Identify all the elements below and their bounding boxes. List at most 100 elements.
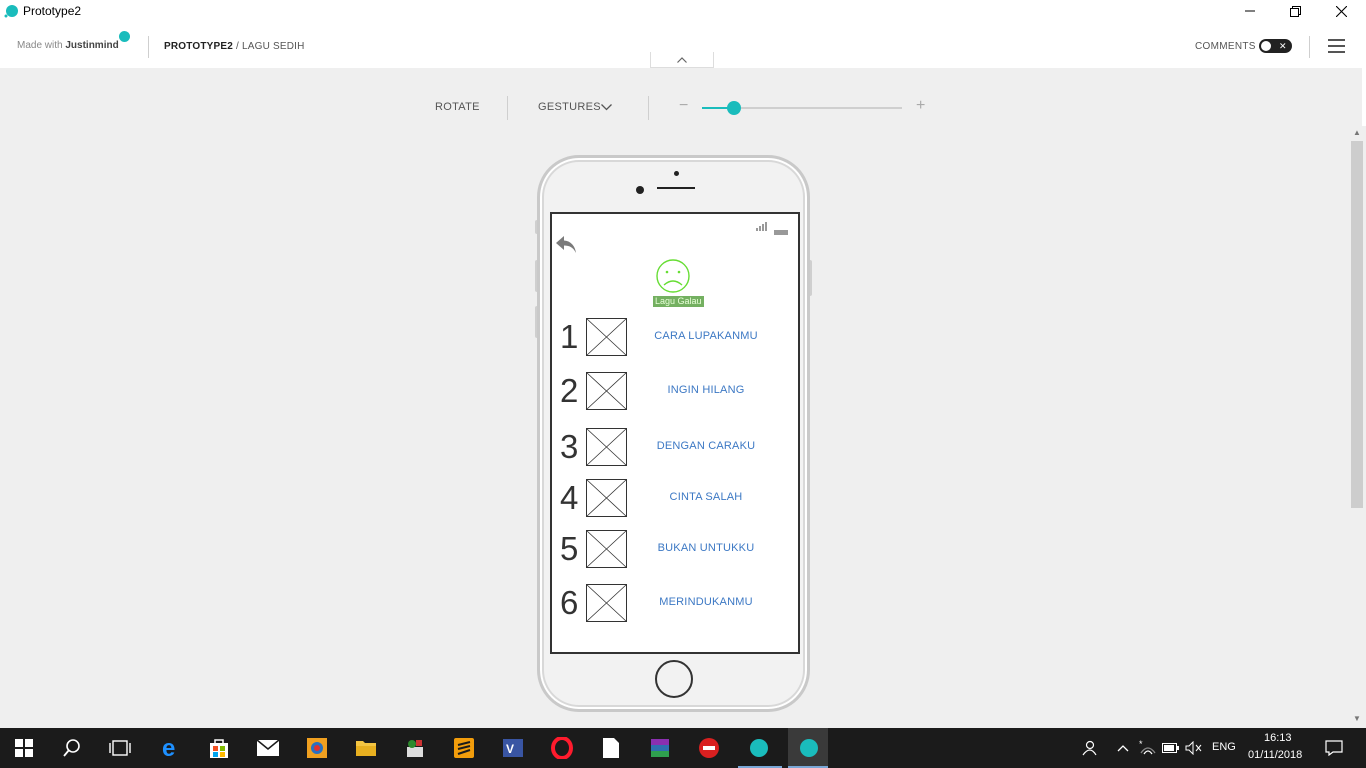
hamburger-line [1328, 45, 1345, 47]
divider [1309, 36, 1310, 58]
taskbar-justinmind-1[interactable] [746, 736, 770, 760]
app-logo-icon [4, 5, 18, 18]
minimize-button[interactable] [1227, 0, 1273, 22]
image-placeholder-icon [586, 372, 627, 410]
close-icon [1335, 5, 1347, 17]
taskbar-sublime[interactable] [452, 736, 476, 760]
song-link[interactable]: INGIN HILANG [636, 384, 776, 396]
svg-text:*: * [1139, 740, 1143, 749]
song-row[interactable]: 2 INGIN HILANG [552, 371, 798, 411]
store-icon [210, 739, 228, 758]
made-with-justinmind[interactable]: Made with Justinmind [17, 31, 130, 51]
document-icon [603, 738, 619, 758]
taskbar-document[interactable] [599, 736, 623, 760]
colorful-app-icon [307, 738, 327, 758]
justinmind-icon [750, 739, 768, 757]
back-arrow-icon[interactable] [554, 233, 578, 257]
song-row[interactable]: 5 BUKAN UNTUKKU [552, 529, 798, 569]
comments-toggle[interactable]: ✕ [1259, 39, 1292, 53]
hamburger-line [1328, 39, 1345, 41]
battery-icon [1162, 743, 1179, 753]
menu-button[interactable] [1328, 39, 1345, 53]
mail-icon [256, 739, 280, 756]
image-placeholder-icon [586, 428, 627, 466]
taskbar-file-explorer[interactable] [354, 736, 378, 760]
chevron-down-icon[interactable] [601, 104, 612, 111]
svg-text:V: V [506, 742, 514, 756]
restore-button[interactable] [1272, 0, 1318, 22]
zoom-slider-thumb[interactable] [727, 101, 741, 115]
taskbar-store[interactable] [207, 736, 231, 760]
chevron-up-icon [1117, 745, 1129, 752]
action-center-button[interactable] [1322, 736, 1346, 760]
scroll-up-icon[interactable]: ▲ [1353, 128, 1361, 137]
volume-button[interactable] [1182, 736, 1206, 760]
hamburger-line [1328, 51, 1345, 53]
phone-speaker [657, 187, 695, 189]
zoom-out-button[interactable]: − [679, 97, 688, 115]
clock-time[interactable]: 16:13 [1264, 732, 1292, 744]
rotate-button[interactable]: ROTATE [435, 101, 480, 113]
song-link[interactable]: DENGAN CARAKU [636, 440, 776, 452]
window-title: Prototype2 [23, 4, 82, 18]
restore-icon [1289, 5, 1301, 17]
taskbar-visio[interactable]: V [501, 736, 525, 760]
scroll-area-top [1362, 22, 1366, 126]
search-button[interactable] [60, 736, 84, 760]
song-link[interactable]: BUKAN UNTUKKU [636, 542, 776, 554]
taskbar-justinmind-2[interactable] [788, 728, 828, 768]
breadcrumb: PROTOTYPE2 / LAGU SEDIH [164, 41, 305, 52]
clock-date[interactable]: 01/11/2018 [1248, 749, 1302, 761]
image-placeholder-icon [586, 479, 627, 517]
archive-icon [651, 739, 669, 757]
song-row[interactable]: 4 CINTA SALAH [552, 478, 798, 518]
people-icon [1082, 740, 1097, 756]
vertical-scrollbar[interactable]: ▲ ▼ [1349, 126, 1366, 726]
song-number: 5 [560, 530, 579, 567]
song-number: 6 [560, 584, 579, 621]
signal-icon [756, 218, 768, 236]
taskbar-winrar[interactable] [648, 736, 672, 760]
song-link[interactable]: CINTA SALAH [636, 491, 776, 503]
song-number: 1 [560, 318, 579, 355]
scrollbar-thumb[interactable] [1351, 141, 1363, 508]
phone-home-button[interactable] [655, 660, 693, 698]
battery-button[interactable] [1159, 736, 1183, 760]
breadcrumb-project[interactable]: PROTOTYPE2 [164, 41, 233, 52]
song-link[interactable]: CARA LUPAKANMU [636, 330, 776, 342]
opera-icon [551, 737, 573, 759]
phone-frame: Lagu Galau 1 CARA LUPAKANMU 2 INGIN HILA… [537, 155, 810, 712]
language-indicator[interactable]: ENG [1212, 741, 1236, 753]
wifi-button[interactable]: * [1136, 736, 1160, 760]
taskbar-opera[interactable] [550, 736, 574, 760]
divider [648, 96, 649, 120]
sad-face-icon [656, 259, 690, 293]
collapse-toolbar-button[interactable] [650, 52, 714, 68]
toggle-off-icon: ✕ [1279, 41, 1287, 51]
song-number: 4 [560, 479, 579, 516]
people-button[interactable] [1076, 736, 1100, 760]
song-row[interactable]: 1 CARA LUPAKANMU [552, 317, 798, 357]
task-view-button[interactable] [108, 736, 132, 760]
taskbar-app-tools[interactable] [403, 736, 427, 760]
show-hidden-icons-button[interactable] [1111, 736, 1135, 760]
taskbar-app-colorful[interactable] [305, 736, 329, 760]
song-row[interactable]: 6 MERINDUKANMU [552, 583, 798, 623]
start-button[interactable] [12, 736, 36, 760]
scroll-down-icon[interactable]: ▼ [1353, 714, 1361, 723]
battery-icon [774, 230, 788, 235]
taskbar-mail[interactable] [256, 736, 280, 760]
gestures-dropdown[interactable]: GESTURES [538, 101, 601, 113]
taskbar-red-app[interactable] [697, 736, 721, 760]
volume-muted-icon [1185, 741, 1202, 755]
song-link[interactable]: MERINDUKANMU [636, 596, 776, 608]
zoom-slider[interactable] [702, 101, 902, 115]
close-button[interactable] [1318, 0, 1364, 22]
song-row[interactable]: 3 DENGAN CARAKU [552, 427, 798, 467]
svg-text:e: e [162, 737, 175, 759]
song-number: 3 [560, 428, 579, 465]
breadcrumb-separator: / [233, 41, 242, 52]
taskbar-edge[interactable]: e [159, 736, 183, 760]
zoom-in-button[interactable]: + [916, 97, 925, 115]
sublime-text-icon [454, 738, 474, 758]
